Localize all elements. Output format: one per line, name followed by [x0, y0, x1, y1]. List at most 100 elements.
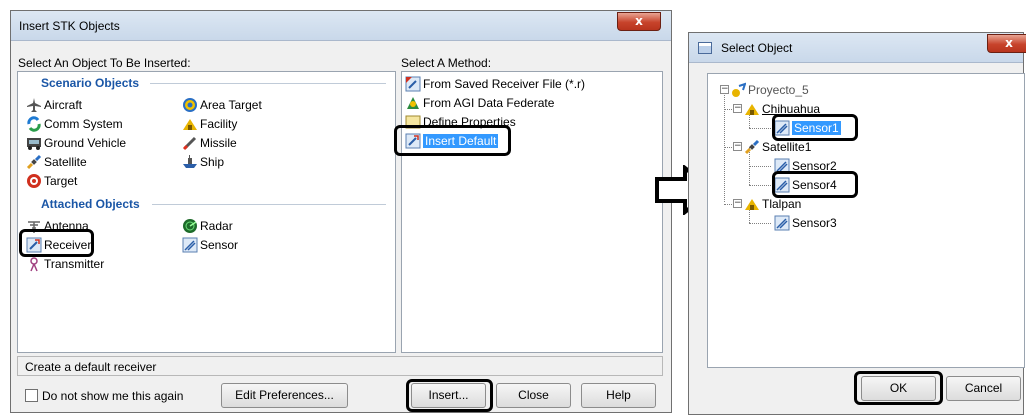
ground-vehicle-icon: [26, 135, 42, 151]
cancel-button[interactable]: Cancel: [946, 376, 1021, 401]
tree-node-chihuahua[interactable]: Chihuahua: [744, 100, 820, 117]
method-label: From AGI Data Federate: [423, 95, 555, 110]
tree-node-label: Sensor2: [792, 158, 837, 173]
object-label: Ground Vehicle: [44, 135, 127, 150]
object-label: Radar: [200, 218, 233, 233]
tree-connector: [749, 166, 771, 167]
method-agi-data-federate[interactable]: From AGI Data Federate: [405, 94, 554, 111]
antenna-icon: [26, 218, 42, 234]
object-ground-vehicle[interactable]: Ground Vehicle: [26, 134, 126, 151]
tree-connector: [749, 185, 771, 186]
tree-connector: [749, 128, 771, 129]
object-aircraft[interactable]: Aircraft: [26, 96, 82, 113]
collapse-toggle[interactable]: −: [720, 85, 729, 94]
tree-node-sensor1[interactable]: Sensor1: [774, 119, 841, 136]
collapse-toggle[interactable]: −: [733, 199, 742, 208]
method-define-properties[interactable]: Define Properties: [405, 113, 516, 130]
object-facility[interactable]: Facility: [182, 115, 237, 132]
window-icon: [698, 42, 712, 54]
object-sensor[interactable]: Sensor: [182, 236, 238, 253]
object-antenna[interactable]: Antenna: [26, 217, 89, 234]
object-label: Missile: [200, 135, 237, 150]
edit-preferences-button[interactable]: Edit Preferences...: [221, 383, 348, 408]
object-label: Area Target: [200, 97, 262, 112]
object-tree[interactable]: − − − − Proyecto_5 Chihuahua Sensor1 Sat…: [707, 73, 1025, 368]
sensor-icon: [774, 158, 790, 174]
method-saved-receiver-file[interactable]: From Saved Receiver File (*.r): [405, 75, 585, 92]
object-missile[interactable]: Missile: [182, 134, 237, 151]
method-label: Insert Default: [423, 133, 499, 148]
object-area-target[interactable]: Area Target: [182, 96, 262, 113]
receiver-icon: [26, 237, 42, 253]
object-ship[interactable]: Ship: [182, 153, 224, 170]
facility-icon: [744, 101, 760, 117]
object-target[interactable]: Target: [26, 172, 77, 189]
object-satellite[interactable]: Satellite: [26, 153, 87, 170]
object-list-panel[interactable]: Scenario Objects Aircraft Comm System Gr…: [17, 71, 396, 353]
missile-icon: [182, 135, 198, 151]
radar-icon: [182, 218, 198, 234]
object-comm-system[interactable]: Comm System: [26, 115, 123, 132]
sensor-icon: [774, 120, 790, 136]
transmitter-icon: [26, 256, 42, 272]
object-label: Antenna: [44, 218, 89, 233]
ok-button[interactable]: OK: [861, 376, 936, 401]
insert-stk-objects-dialog: Insert STK Objects x Select An Object To…: [10, 10, 672, 413]
tree-node-tlalpan[interactable]: Tlalpan: [744, 195, 801, 212]
insert-default-icon: [405, 133, 421, 149]
tree-node-sensor3[interactable]: Sensor3: [774, 214, 837, 231]
close-button[interactable]: Close: [496, 383, 571, 408]
tree-node-label: Sensor1: [792, 120, 841, 135]
method-label: From Saved Receiver File (*.r): [423, 76, 586, 91]
group-divider: [150, 83, 386, 84]
tree-node-sensor4[interactable]: Sensor4: [774, 176, 837, 193]
object-label: Transmitter: [44, 256, 105, 271]
insert-dialog-title: Insert STK Objects: [19, 19, 120, 33]
saved-file-icon: [405, 76, 421, 92]
tree-node-label: Chihuahua: [762, 101, 821, 116]
tree-node-label: Sensor3: [792, 215, 837, 230]
select-object-dialog: Select Object x − − − − Proyecto_5 Chihu…: [688, 32, 1026, 415]
tree-node-sensor2[interactable]: Sensor2: [774, 157, 837, 174]
target-icon: [26, 173, 42, 189]
data-federate-icon: [405, 95, 421, 111]
attached-objects-header: Attached Objects: [41, 197, 140, 211]
tree-node-satellite1[interactable]: Satellite1: [744, 138, 811, 155]
help-button[interactable]: Help: [581, 383, 656, 408]
object-label: Target: [44, 173, 78, 188]
sensor-icon: [774, 215, 790, 231]
method-list-panel[interactable]: From Saved Receiver File (*.r) From AGI …: [401, 71, 663, 353]
select-method-label: Select A Method:: [401, 56, 492, 70]
facility-icon: [182, 116, 198, 132]
tree-node-label: Proyecto_5: [748, 82, 809, 97]
group-divider: [152, 204, 386, 205]
insert-button[interactable]: Insert...: [411, 383, 486, 408]
do-not-show-label: Do not show me this again: [42, 389, 184, 403]
tree-node-label: Sensor4: [792, 177, 837, 192]
close-icon[interactable]: x: [987, 34, 1026, 53]
description-text: Create a default receiver: [25, 360, 157, 374]
facility-icon: [744, 196, 760, 212]
scenario-icon: [730, 81, 747, 98]
object-transmitter[interactable]: Transmitter: [26, 255, 104, 272]
object-label: Receiver: [44, 237, 92, 252]
collapse-toggle[interactable]: −: [733, 142, 742, 151]
object-radar[interactable]: Radar: [182, 217, 233, 234]
object-label: Comm System: [44, 116, 123, 131]
comm-system-icon: [26, 115, 42, 132]
tree-connector: [749, 223, 771, 224]
collapse-toggle[interactable]: −: [733, 104, 742, 113]
tree-node-label: Satellite1: [762, 139, 812, 154]
object-label: Satellite: [44, 154, 87, 169]
scenario-objects-header: Scenario Objects: [41, 76, 140, 90]
method-insert-default[interactable]: Insert Default: [405, 132, 499, 149]
tree-node-root[interactable]: Proyecto_5: [730, 81, 809, 98]
close-icon[interactable]: x: [617, 12, 661, 31]
select-dialog-titlebar: Select Object x: [689, 33, 1026, 63]
do-not-show-checkbox[interactable]: [25, 389, 38, 402]
define-properties-icon: [405, 114, 421, 130]
object-receiver[interactable]: Receiver: [26, 236, 91, 253]
ship-icon: [182, 154, 198, 170]
tree-node-label: Tlalpan: [762, 196, 802, 211]
object-label: Facility: [200, 116, 238, 131]
